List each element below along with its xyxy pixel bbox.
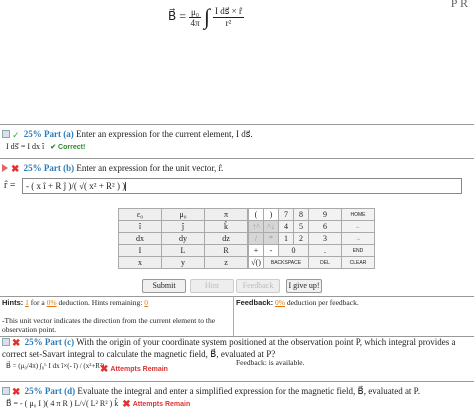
key-dy[interactable]: dy bbox=[161, 232, 205, 245]
key-9[interactable]: 9 bbox=[308, 208, 342, 221]
key-0[interactable]: 0 bbox=[278, 244, 309, 257]
checkmark-icon: ✓ bbox=[12, 130, 20, 140]
key-r[interactable]: R bbox=[204, 244, 248, 257]
x-mark-icon: ✖ bbox=[100, 364, 109, 375]
correct-status: ✔ Correct! bbox=[50, 144, 86, 151]
key-j-hat[interactable]: ĵ bbox=[161, 220, 205, 233]
key-3[interactable]: 3 bbox=[308, 232, 342, 245]
collapse-icon[interactable] bbox=[2, 130, 10, 138]
key-8[interactable]: 8 bbox=[293, 208, 309, 221]
part-b-prompt: Enter an expression for the unit vector,… bbox=[76, 163, 224, 173]
part-d-answer: B⃗ = - ( μ₀ I )( 4 π R ) L/√( L² R² ) k̂… bbox=[6, 399, 191, 410]
symbol-keypad: ε₀ μ₀ π î ĵ k̂ dx dy dz ILR xyz bbox=[118, 208, 248, 269]
key-plus[interactable]: + bbox=[248, 244, 264, 257]
part-b-header: ✖ 25% Part (b) Enter an expression for t… bbox=[2, 163, 223, 175]
key-i[interactable]: I bbox=[118, 244, 162, 257]
key-close-paren[interactable]: ) bbox=[263, 208, 279, 221]
divider bbox=[0, 124, 474, 125]
divider bbox=[0, 381, 474, 382]
divider bbox=[0, 158, 474, 159]
part-c-feedback: Feedback: is available. bbox=[236, 358, 305, 367]
key-dz[interactable]: dz bbox=[204, 232, 248, 245]
key-k-hat[interactable]: k̂ bbox=[204, 220, 248, 233]
part-c-header: ✖ 25% Part (c) With the origin of your c… bbox=[2, 337, 456, 359]
x-mark-icon: ✖ bbox=[122, 399, 131, 410]
hint-button[interactable]: Hint bbox=[190, 279, 234, 293]
key-divide[interactable]: / bbox=[248, 232, 264, 245]
key-5[interactable]: 5 bbox=[293, 220, 309, 233]
part-a-header: ✓ 25% Part (a) Enter an expression for t… bbox=[2, 129, 253, 141]
key-del[interactable]: DEL bbox=[308, 256, 342, 269]
key-z[interactable]: z bbox=[204, 256, 248, 269]
part-b-input-row: r̂ = - ( x î + R ĵ )/( √( x² + R² ) ) bbox=[4, 178, 462, 194]
key-pi[interactable]: π bbox=[204, 208, 248, 221]
text-cursor bbox=[125, 182, 127, 192]
hint-message: -This unit vector indicates the directio… bbox=[2, 316, 216, 334]
expand-arrow-icon[interactable] bbox=[2, 164, 8, 172]
x-mark-icon: ✖ bbox=[12, 338, 21, 349]
key-7[interactable]: 7 bbox=[278, 208, 294, 221]
feedback-button[interactable]: Feedback bbox=[236, 279, 280, 293]
key-1[interactable]: 1 bbox=[278, 232, 294, 245]
part-d-prompt: Evaluate the integral and enter a simpli… bbox=[77, 386, 420, 396]
key-multiply[interactable]: * bbox=[263, 232, 279, 245]
key-minus[interactable]: - bbox=[263, 244, 279, 257]
feedback-deduction: 0% bbox=[274, 298, 285, 307]
key-end[interactable]: END bbox=[341, 244, 375, 257]
feedback-bar: Feedback: 0% deduction per feedback. bbox=[236, 298, 359, 307]
hints-bar: Hints: 1 for a 0% deduction. Hints remai… bbox=[2, 298, 149, 307]
biot-savart-equation: B⃗ = μ₀ 4π ∫ I ds⃗ × r̂ r² bbox=[168, 4, 245, 30]
answer-input[interactable]: - ( x î + R ĵ )/( √( x² + R² ) ) bbox=[22, 178, 462, 194]
input-label: r̂ = bbox=[4, 180, 16, 191]
submit-button[interactable]: Submit bbox=[142, 279, 186, 293]
key-i-hat[interactable]: î bbox=[118, 220, 162, 233]
equation-integrand: I ds⃗ × r̂ r² bbox=[213, 6, 245, 28]
part-d-header: ✖ 25% Part (d) Evaluate the integral and… bbox=[2, 386, 420, 398]
key-exponent-up[interactable]: ↑^ bbox=[248, 220, 264, 233]
part-c-status: ✖ Attempts Remain bbox=[100, 364, 168, 375]
key-epsilon0[interactable]: ε₀ bbox=[118, 208, 162, 221]
part-a-answer: I ds⃗ = I dx î ✔ Correct! bbox=[6, 142, 86, 151]
give-up-button[interactable]: I give up! bbox=[286, 279, 322, 293]
part-a-prompt: Enter an expression for the current elem… bbox=[76, 129, 253, 139]
hints-used: 1 bbox=[25, 298, 29, 307]
key-y[interactable]: y bbox=[161, 256, 205, 269]
key-mu0[interactable]: μ₀ bbox=[161, 208, 205, 221]
key-2[interactable]: 2 bbox=[293, 232, 309, 245]
equation-lhs: B⃗ = bbox=[168, 8, 186, 23]
key-clear[interactable]: CLEAR bbox=[341, 256, 375, 269]
key-x[interactable]: x bbox=[118, 256, 162, 269]
equation-prefactor: μ₀ 4π bbox=[189, 6, 201, 28]
x-mark-icon: ✖ bbox=[12, 387, 21, 398]
key-left-arrow[interactable]: ← bbox=[341, 220, 375, 233]
collapse-icon[interactable] bbox=[2, 338, 10, 346]
column-divider bbox=[233, 296, 234, 336]
hints-remaining: 0 bbox=[144, 298, 149, 307]
diagram-fragment: P R bbox=[450, 0, 468, 10]
key-dx[interactable]: dx bbox=[118, 232, 162, 245]
part-c-answer: B⃗ = (μ₀/4π) ∫₀ᴸ I dx î×(- î) / (x²+R²) bbox=[6, 362, 105, 370]
key-home[interactable]: HOME bbox=[341, 208, 375, 221]
key-l[interactable]: L bbox=[161, 244, 205, 257]
key-6[interactable]: 6 bbox=[308, 220, 342, 233]
divider bbox=[0, 296, 474, 297]
key-4[interactable]: 4 bbox=[278, 220, 294, 233]
key-sqrt[interactable]: √() bbox=[248, 256, 264, 269]
x-mark-icon: ✖ bbox=[11, 164, 20, 175]
collapse-icon[interactable] bbox=[2, 387, 10, 395]
hint-deduction: 0% bbox=[46, 298, 57, 307]
number-keypad: ( ) 7 8 9 HOME ↑^ ^↓ 4 5 6 ← / * 1 2 3 →… bbox=[248, 208, 375, 269]
key-open-paren[interactable]: ( bbox=[248, 208, 264, 221]
key-exponent-down[interactable]: ^↓ bbox=[263, 220, 279, 233]
key-right-arrow[interactable]: → bbox=[341, 232, 375, 245]
integral-sign: ∫ bbox=[203, 4, 210, 29]
key-backspace[interactable]: BACKSPACE bbox=[263, 256, 309, 269]
key-decimal[interactable]: . bbox=[308, 244, 342, 257]
